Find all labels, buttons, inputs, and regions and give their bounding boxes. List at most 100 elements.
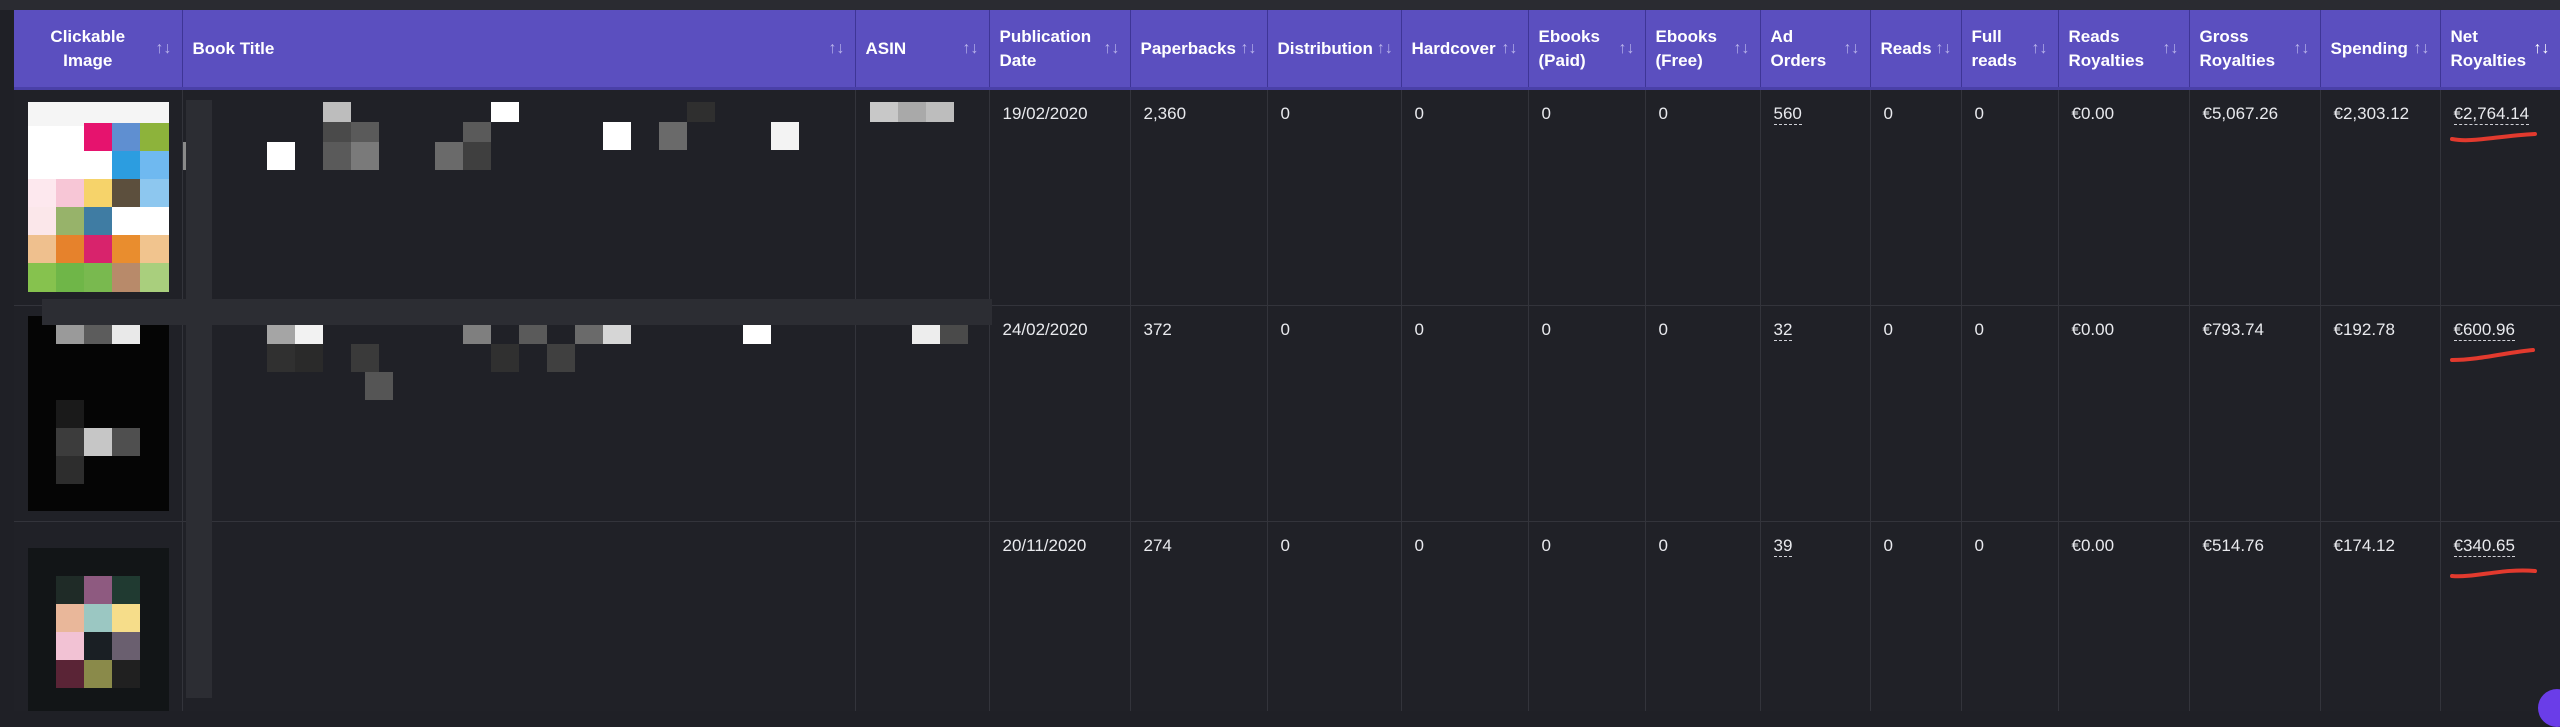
col-label: Reads Royalties: [2068, 26, 2145, 70]
cover-tile: [56, 428, 84, 456]
sort-icon[interactable]: ↑↓: [1619, 37, 1635, 61]
redacted-pixel: [266, 344, 295, 372]
sort-icon[interactable]: ↑↓: [963, 37, 979, 61]
cover-tile: [140, 151, 169, 179]
publication-date: 24/02/2020: [989, 305, 1131, 522]
col-label: Ebooks (Paid): [1538, 26, 1600, 70]
table-row: 20/11/2020 274 0 0 0 0 39 0 0 €0.00 €514…: [14, 521, 2560, 711]
spending: €192.78: [2320, 305, 2441, 522]
paperbacks: 372: [1130, 305, 1268, 522]
sort-down-icon[interactable]: ↑↓: [2534, 37, 2550, 61]
col-clickable-image[interactable]: Clickable Image ↑↓: [14, 10, 183, 90]
net-royalties-value[interactable]: €2,764.14: [2453, 104, 2530, 125]
cover-tile: [112, 179, 140, 207]
reads-royalties: €0.00: [2058, 305, 2190, 522]
col-book-title[interactable]: Book Title ↑↓: [182, 10, 856, 90]
net-royalties: €600.96: [2440, 305, 2560, 522]
col-asin[interactable]: ASIN ↑↓: [855, 10, 990, 90]
sort-icon[interactable]: ↑↓: [1241, 37, 1257, 61]
sort-icon[interactable]: ↑↓: [2414, 37, 2430, 61]
horizontal-scrollbar[interactable]: [42, 299, 992, 325]
book-title-cell[interactable]: [182, 88, 856, 306]
book-cover-image[interactable]: [14, 521, 183, 711]
col-ad-orders[interactable]: Ad Orders ↑↓: [1760, 10, 1871, 90]
redacted-pixel: [869, 102, 898, 122]
cover-tile: [140, 179, 169, 207]
cover-tile: [140, 123, 169, 151]
spending-value: €192.78: [2333, 320, 2395, 339]
reads-royalties-value: €0.00: [2071, 320, 2115, 339]
col-reads-royalties[interactable]: Reads Royalties ↑↓: [2058, 10, 2190, 90]
col-distribution[interactable]: Distribution ↑↓: [1267, 10, 1402, 90]
col-ebooks-free[interactable]: Ebooks (Free) ↑↓: [1645, 10, 1761, 90]
cover-tile: [28, 263, 56, 292]
sort-icon[interactable]: ↑↓: [2032, 37, 2048, 61]
spending: €174.12: [2320, 521, 2441, 711]
cover-tile: [84, 123, 112, 151]
book-cover-image[interactable]: [14, 305, 183, 522]
book-cover-image[interactable]: [14, 88, 183, 306]
col-ebooks-paid[interactable]: Ebooks (Paid) ↑↓: [1528, 10, 1646, 90]
col-gross-royalties[interactable]: Gross Royalties ↑↓: [2189, 10, 2321, 90]
net-royalties-value[interactable]: €340.65: [2453, 536, 2515, 557]
cover-tile: [84, 207, 112, 235]
ebooks-paid-value: 0: [1541, 536, 1551, 555]
spending: €2,303.12: [2320, 88, 2441, 306]
spending-value: €174.12: [2333, 536, 2395, 555]
col-paperbacks[interactable]: Paperbacks ↑↓: [1130, 10, 1268, 90]
redacted-pixel: [322, 122, 351, 142]
spending-value: €2,303.12: [2333, 104, 2410, 123]
ebooks-paid-value: 0: [1541, 320, 1551, 339]
ad-orders: 560: [1760, 88, 1871, 306]
sort-icon[interactable]: ↑↓: [1104, 37, 1120, 61]
royalties-table: Clickable Image ↑↓ Book Title ↑↓ ASIN ↑↓ Pu…: [14, 10, 2560, 711]
hardcover: 0: [1401, 521, 1529, 711]
ad-orders-value[interactable]: 32: [1773, 320, 1793, 341]
hardcover: 0: [1401, 88, 1529, 306]
redacted-pixel: [897, 102, 926, 122]
cover-tile: [56, 179, 84, 207]
sort-icon[interactable]: ↑↓: [1377, 37, 1393, 61]
col-publication-date[interactable]: Publication Date ↑↓: [989, 10, 1131, 90]
vertical-scrollbar[interactable]: [186, 100, 212, 698]
ad-orders-value[interactable]: 560: [1773, 104, 1802, 125]
asin-cell: [855, 521, 990, 711]
ad-orders-value[interactable]: 39: [1773, 536, 1793, 557]
book-title-cell[interactable]: [182, 305, 856, 522]
cover-tile: [84, 660, 112, 688]
distribution-value: 0: [1280, 536, 1290, 555]
cover-tile: [112, 151, 140, 179]
reads-royalties-value: €0.00: [2071, 536, 2115, 555]
sort-icon[interactable]: ↑↓: [2294, 37, 2310, 61]
cover-tile: [140, 263, 169, 292]
paperbacks: 2,360: [1130, 88, 1268, 306]
book-title-cell[interactable]: [182, 521, 856, 711]
col-net-royalties[interactable]: Net Royalties ↑↓: [2440, 10, 2560, 90]
cover-tile: [84, 428, 112, 456]
net-royalties-value[interactable]: €600.96: [2453, 320, 2515, 341]
sort-icon[interactable]: ↑↓: [1734, 37, 1750, 61]
cover-tile: [56, 576, 84, 604]
sort-icon[interactable]: ↑↓: [1936, 37, 1952, 61]
redacted-pixel: [490, 344, 519, 372]
sort-icon[interactable]: ↑↓: [156, 37, 172, 61]
cover-tile: [112, 576, 140, 604]
cover-tile: [112, 428, 140, 456]
col-spending[interactable]: Spending ↑↓: [2320, 10, 2441, 90]
sort-icon[interactable]: ↑↓: [2163, 37, 2179, 61]
gross-royalties-value: €5,067.26: [2202, 104, 2279, 123]
col-label: Net Royalties: [2450, 26, 2527, 70]
full-reads: 0: [1961, 305, 2059, 522]
redacted-pixel: [350, 344, 379, 372]
cover-tile: [84, 632, 112, 660]
sort-icon[interactable]: ↑↓: [1502, 37, 1518, 61]
col-full-reads[interactable]: Full reads ↑↓: [1961, 10, 2059, 90]
sort-icon[interactable]: ↑↓: [829, 37, 845, 61]
paperbacks-value: 274: [1143, 536, 1172, 555]
sort-icon[interactable]: ↑↓: [1844, 37, 1860, 61]
top-strip: [0, 0, 2560, 10]
col-hardcover[interactable]: Hardcover ↑↓: [1401, 10, 1529, 90]
gross-royalties-value: €793.74: [2202, 320, 2264, 339]
col-reads[interactable]: Reads ↑↓: [1870, 10, 1962, 90]
cover-tile: [56, 235, 84, 263]
